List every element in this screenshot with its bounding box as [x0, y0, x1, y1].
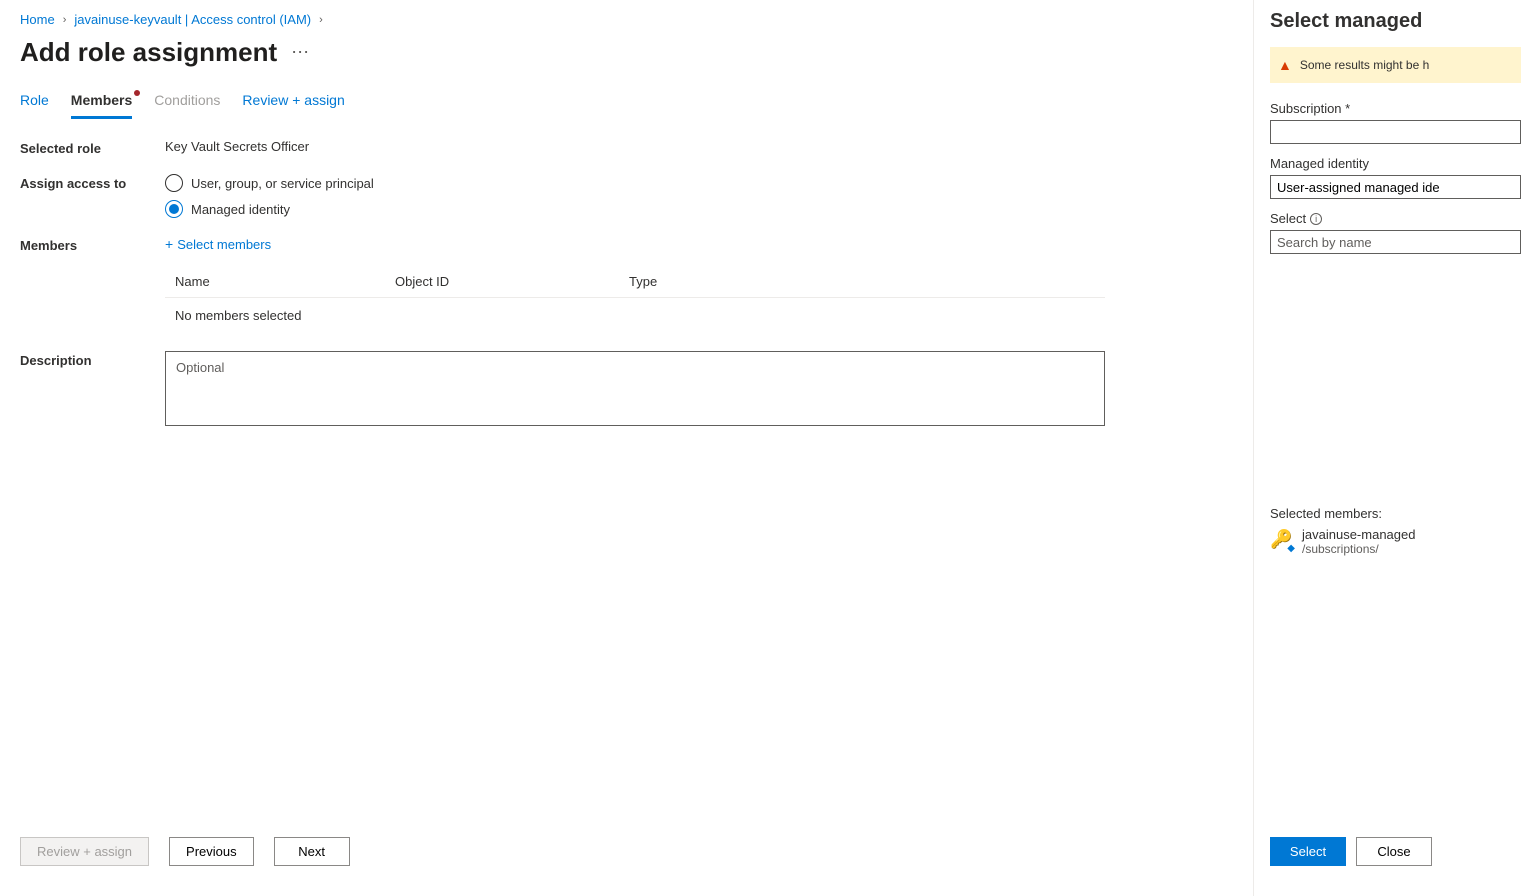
managed-identity-label: Managed identity — [1270, 156, 1521, 171]
subscription-input[interactable] — [1270, 120, 1521, 144]
radio-user-group[interactable]: User, group, or service principal — [165, 174, 1233, 192]
panel-title: Select managed — [1270, 10, 1521, 33]
close-button[interactable]: Close — [1356, 837, 1432, 866]
selected-role-value: Key Vault Secrets Officer — [165, 139, 1233, 154]
chevron-right-icon: › — [319, 14, 323, 26]
select-members-text: Select members — [177, 237, 271, 252]
breadcrumb-item[interactable]: javainuse-keyvault | Access control (IAM… — [74, 12, 311, 27]
member-path: /subscriptions/ — [1302, 542, 1415, 556]
no-members-text: No members selected — [165, 298, 1105, 333]
diamond-badge-icon: ◆ — [1287, 543, 1295, 554]
selected-members-label: Selected members: — [1270, 506, 1521, 521]
col-objectid: Object ID — [395, 274, 629, 289]
members-label: Members — [20, 236, 165, 253]
tab-members[interactable]: Members — [71, 92, 132, 119]
breadcrumb-home[interactable]: Home — [20, 12, 55, 27]
tabs: Role Members Conditions Review + assign — [20, 92, 1233, 119]
selected-role-label: Selected role — [20, 139, 165, 156]
search-input[interactable] — [1270, 230, 1521, 254]
chevron-right-icon: › — [63, 14, 67, 26]
member-name: javainuse-managed — [1302, 527, 1415, 542]
review-assign-button[interactable]: Review + assign — [20, 837, 149, 866]
warning-banner: ▲ Some results might be h — [1270, 47, 1521, 83]
selected-member-item[interactable]: 🔑 ◆ javainuse-managed /subscriptions/ — [1270, 527, 1521, 556]
managed-identity-select[interactable] — [1270, 175, 1521, 199]
page-title: Add role assignment — [20, 37, 277, 68]
breadcrumb: Home › javainuse-keyvault | Access contr… — [20, 12, 1233, 27]
assign-access-label: Assign access to — [20, 174, 165, 191]
selected-members-area: Selected members: 🔑 ◆ javainuse-managed … — [1270, 506, 1521, 556]
col-name: Name — [165, 274, 395, 289]
warning-icon: ▲ — [1278, 57, 1292, 73]
radio-icon — [165, 174, 183, 192]
form-area: Selected role Key Vault Secrets Officer … — [20, 139, 1233, 827]
description-input[interactable] — [165, 351, 1105, 426]
tab-members-label: Members — [71, 92, 132, 108]
title-row: Add role assignment ⋯ — [20, 37, 1233, 68]
tab-conditions[interactable]: Conditions — [154, 92, 220, 119]
previous-button[interactable]: Previous — [169, 837, 254, 866]
description-label: Description — [20, 351, 165, 368]
info-icon[interactable]: i — [1310, 213, 1322, 225]
footer-actions: Review + assign Previous Next — [20, 827, 1233, 896]
managed-identity-icon: 🔑 ◆ — [1270, 529, 1292, 551]
tab-role[interactable]: Role — [20, 92, 49, 119]
select-label-text: Select — [1270, 211, 1306, 226]
select-label: Select i — [1270, 211, 1521, 226]
required-dot-icon — [134, 90, 140, 96]
radio-managed-label: Managed identity — [191, 202, 290, 217]
next-button[interactable]: Next — [274, 837, 350, 866]
more-icon[interactable]: ⋯ — [291, 42, 310, 63]
radio-user-label: User, group, or service principal — [191, 176, 374, 191]
assign-access-radio-group: User, group, or service principal Manage… — [165, 174, 1233, 218]
select-button[interactable]: Select — [1270, 837, 1346, 866]
col-type: Type — [629, 274, 1105, 289]
panel-footer: Select Close — [1270, 837, 1432, 866]
main-content: Home › javainuse-keyvault | Access contr… — [0, 0, 1253, 896]
subscription-label: Subscription * — [1270, 101, 1521, 116]
warning-text: Some results might be h — [1300, 58, 1429, 72]
select-members-link[interactable]: + Select members — [165, 236, 271, 252]
members-table: Name Object ID Type No members selected — [165, 266, 1105, 333]
tab-review[interactable]: Review + assign — [242, 92, 344, 119]
side-panel: Select managed ▲ Some results might be h… — [1253, 0, 1521, 896]
radio-icon — [165, 200, 183, 218]
plus-icon: + — [165, 236, 173, 252]
radio-managed-identity[interactable]: Managed identity — [165, 200, 1233, 218]
